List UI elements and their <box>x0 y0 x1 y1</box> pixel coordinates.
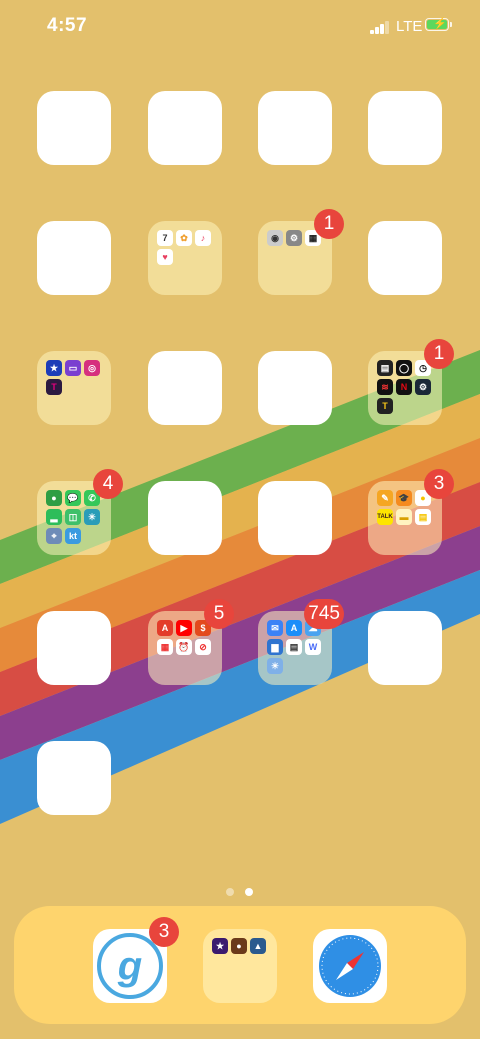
maps-icon: ⌖ <box>46 528 62 544</box>
clock-time: 4:57 <box>47 15 88 36</box>
camera-icon: ◉ <box>267 230 283 246</box>
notes-app-icon: ▤ <box>415 509 431 525</box>
tmobile-icon: T <box>46 379 62 395</box>
photos-icon: ✿ <box>176 230 192 246</box>
dock-folder-games[interactable]: ★ ● ▲ <box>203 929 277 1003</box>
instagram-icon: ◎ <box>84 360 100 376</box>
no-sign-icon: ⊘ <box>195 639 211 655</box>
status-bar: 4:57 LTE ⚡ <box>0 0 480 54</box>
folder-camera-tools[interactable]: ◉ ⚙ ▦ 1 <box>258 209 344 295</box>
weather-icon: ☀ <box>267 658 283 674</box>
wallet-icon: ▤ <box>377 360 393 376</box>
page-dot[interactable] <box>226 888 234 896</box>
cellular-signal-icon <box>370 21 392 34</box>
folder-alerts[interactable]: A ▶ $ ▦ ⏰ ⊘ 5 <box>148 599 234 685</box>
kt-icon: kt <box>65 528 81 544</box>
w-icon: W <box>305 639 321 655</box>
app-icon-blank[interactable] <box>258 351 332 425</box>
mail-icon: ✉ <box>267 620 283 636</box>
calendar-icon: 7 <box>157 230 173 246</box>
watch-icon: ◯ <box>396 360 412 376</box>
notification-badge: 3 <box>424 469 454 499</box>
folder-entertainment[interactable]: ▤ ◯ ◷ ≋ N ⚙ T 1 <box>368 339 454 425</box>
game-3-icon: ▲ <box>250 938 266 954</box>
line-icon: ▂ <box>46 509 62 525</box>
app-icon-blank[interactable] <box>37 611 111 685</box>
app-icon-blank[interactable] <box>37 741 111 815</box>
talk-label-icon: TALK <box>377 509 393 525</box>
graduation-icon: 🎓 <box>396 490 412 506</box>
health-icon: ♥ <box>157 249 173 265</box>
find-my-icon: ● <box>46 490 62 506</box>
folder-social[interactable]: ★ ▭ ◎ T <box>37 351 111 425</box>
calendar-alt-icon: ▦ <box>157 639 173 655</box>
app-store-icon: A <box>286 620 302 636</box>
twitch-icon: ▭ <box>65 360 81 376</box>
talk-icon: ◫ <box>65 509 81 525</box>
app-icon-blank[interactable] <box>258 91 332 165</box>
dock-app-g[interactable]: g 3 <box>93 917 179 1003</box>
app-icon-blank[interactable] <box>148 481 222 555</box>
steam-icon: ⚙ <box>415 379 431 395</box>
notification-badge: 4 <box>93 469 123 499</box>
mail-app-icon: ▤ <box>286 639 302 655</box>
netflix-icon: N <box>396 379 412 395</box>
voice-memo-icon: ≋ <box>377 379 393 395</box>
game-1-icon: ★ <box>212 938 228 954</box>
notification-badge: 1 <box>424 339 454 369</box>
settings-icon: ⚙ <box>286 230 302 246</box>
folder-communication[interactable]: ● 💬 ✆ ▂ ◫ ✳ ⌖ kt 4 <box>37 469 123 555</box>
folder-media[interactable]: 7 ✿ ♪ ♥ <box>148 221 222 295</box>
folder-productivity[interactable]: ✉ A ☁ ▆ ▤ W ☀ 745 <box>258 599 344 685</box>
app-icon-blank[interactable] <box>368 611 442 685</box>
music-icon: ♪ <box>195 230 211 246</box>
svg-text:g: g <box>117 944 142 988</box>
accessibility-icon: ✳ <box>84 509 100 525</box>
app-icon-blank[interactable] <box>368 91 442 165</box>
page-indicator[interactable] <box>226 888 256 896</box>
app-icon-blank[interactable] <box>148 91 222 165</box>
dock-app-safari[interactable] <box>313 929 387 1003</box>
youtube-icon: ▶ <box>176 620 192 636</box>
page-dot-active[interactable] <box>245 888 253 896</box>
files-icon: ▆ <box>267 639 283 655</box>
notification-badge: 745 <box>304 599 344 629</box>
notification-badge: 3 <box>149 917 179 947</box>
app-icon-blank[interactable] <box>148 351 222 425</box>
pencil-icon: ✎ <box>377 490 393 506</box>
game-2-icon: ● <box>231 938 247 954</box>
folder-utilities[interactable]: ✎ 🎓 ● TALK ▬ ▤ 3 <box>368 469 454 555</box>
notes-icon: ▬ <box>396 509 412 525</box>
star-icon: ★ <box>46 360 62 376</box>
messages-icon: 💬 <box>65 490 81 506</box>
app-icon-blank[interactable] <box>258 481 332 555</box>
app-icon-blank[interactable] <box>37 91 111 165</box>
font-icon: T <box>377 398 393 414</box>
app-icon-blank[interactable] <box>37 221 111 295</box>
notification-badge: 1 <box>314 209 344 239</box>
notification-badge: 5 <box>204 599 234 629</box>
battery-icon: ⚡ <box>425 18 449 31</box>
adobe-icon: A <box>157 620 173 636</box>
network-type: LTE <box>396 18 423 35</box>
safari-icon <box>319 935 381 997</box>
app-icon-blank[interactable] <box>368 221 442 295</box>
alarm-icon: ⏰ <box>176 639 192 655</box>
